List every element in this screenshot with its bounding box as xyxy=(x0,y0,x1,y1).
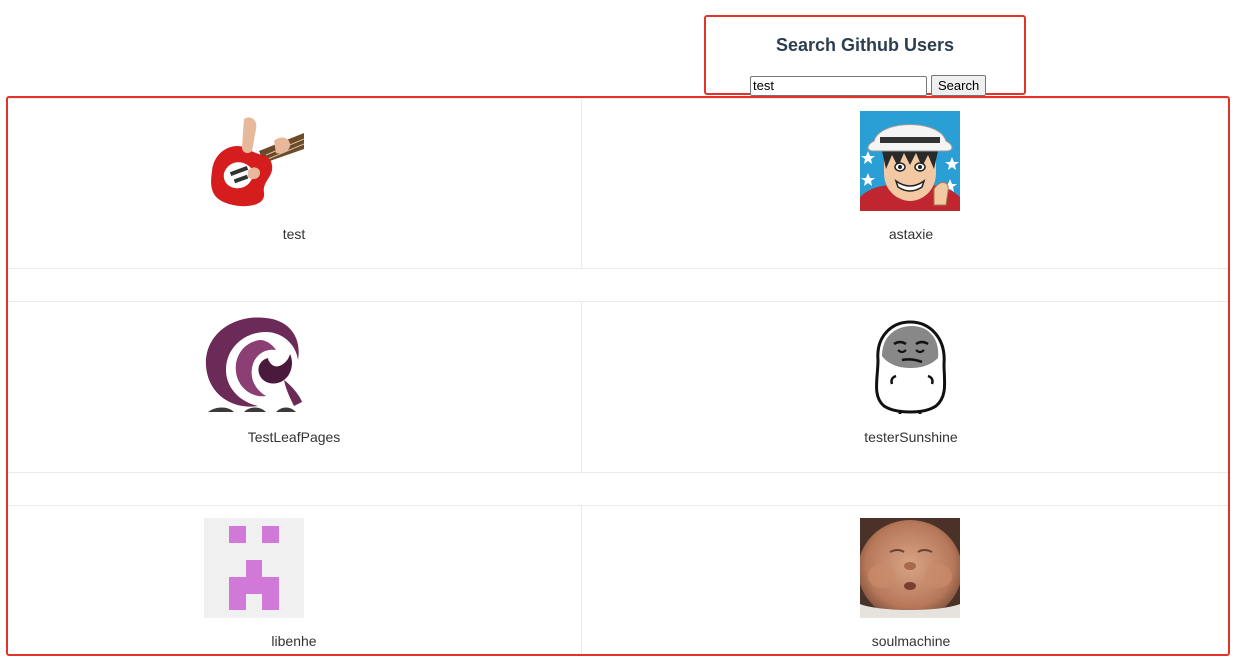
user-card-astaxie[interactable]: astaxie xyxy=(581,98,1228,269)
user-login: libenhe xyxy=(271,633,317,649)
page-title: Search Github Users xyxy=(775,35,955,55)
user-card-soulmachine[interactable]: soulmachine xyxy=(581,505,1228,654)
user-login: test xyxy=(282,226,306,242)
user-login: soulmachine xyxy=(871,633,951,649)
cartoon-face-avatar-icon[interactable] xyxy=(860,111,960,211)
search-section: Search Github Users Search xyxy=(704,15,1026,96)
guitar-avatar-icon[interactable] xyxy=(204,111,304,211)
baby-photo-avatar-icon[interactable] xyxy=(860,518,960,618)
search-input[interactable] xyxy=(750,75,927,96)
swirl-logo-avatar-icon[interactable] xyxy=(204,314,304,414)
user-login: astaxie xyxy=(888,226,934,242)
user-login: testerSunshine xyxy=(864,429,958,445)
user-list: test astaxie TestLeafPages testerSunshin… xyxy=(6,96,1230,656)
search-button[interactable]: Search xyxy=(931,75,987,96)
user-card-libenhe[interactable]: libenhe xyxy=(8,505,582,654)
page: Search Github Users Search xyxy=(0,0,1236,658)
user-card-testersunshine[interactable]: testerSunshine xyxy=(581,301,1228,473)
search-row: Search xyxy=(750,75,987,96)
user-card-testleafpages[interactable]: TestLeafPages xyxy=(8,301,582,473)
user-login: TestLeafPages xyxy=(247,429,341,445)
identicon-avatar-icon[interactable] xyxy=(204,518,304,618)
meme-face-avatar-icon[interactable] xyxy=(860,314,960,414)
user-card-test[interactable]: test xyxy=(8,98,582,269)
